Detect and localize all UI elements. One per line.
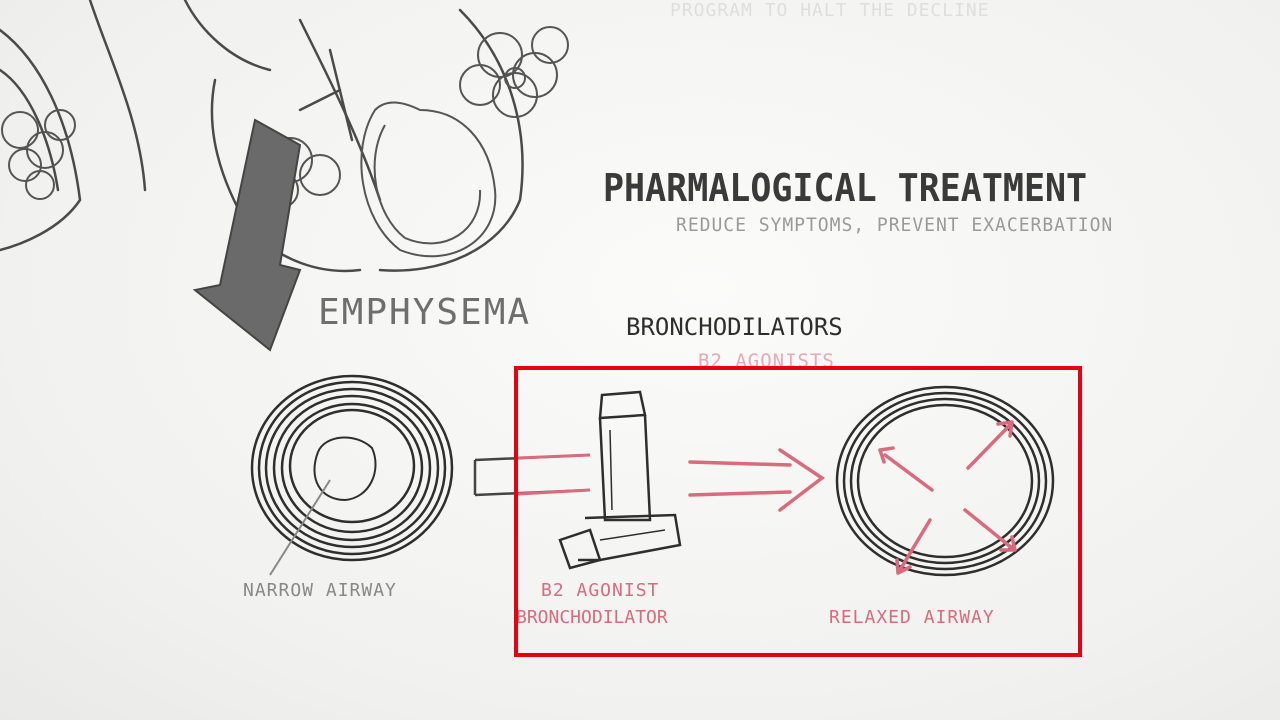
page-subtitle: REDUCE SYMPTOMS, PREVENT EXACERBATION (676, 214, 1114, 236)
highlight-box (514, 366, 1082, 657)
narrow-airway-label: NARROW AIRWAY (243, 580, 397, 601)
bronchodilators-label: BRONCHODILATORS (626, 313, 843, 341)
page-title: PHARMALOGICAL TREATMENT (603, 166, 1088, 210)
emphysema-label: EMPHYSEMA (318, 292, 532, 333)
down-arrow-icon (192, 118, 302, 352)
faint-top-text: PROGRAM TO HALT THE DECLINE (670, 0, 990, 21)
narrow-airway-icon (250, 374, 454, 576)
whiteboard-canvas: PROGRAM TO HALT THE DECLINE PHARMALOGICA… (0, 0, 1280, 720)
